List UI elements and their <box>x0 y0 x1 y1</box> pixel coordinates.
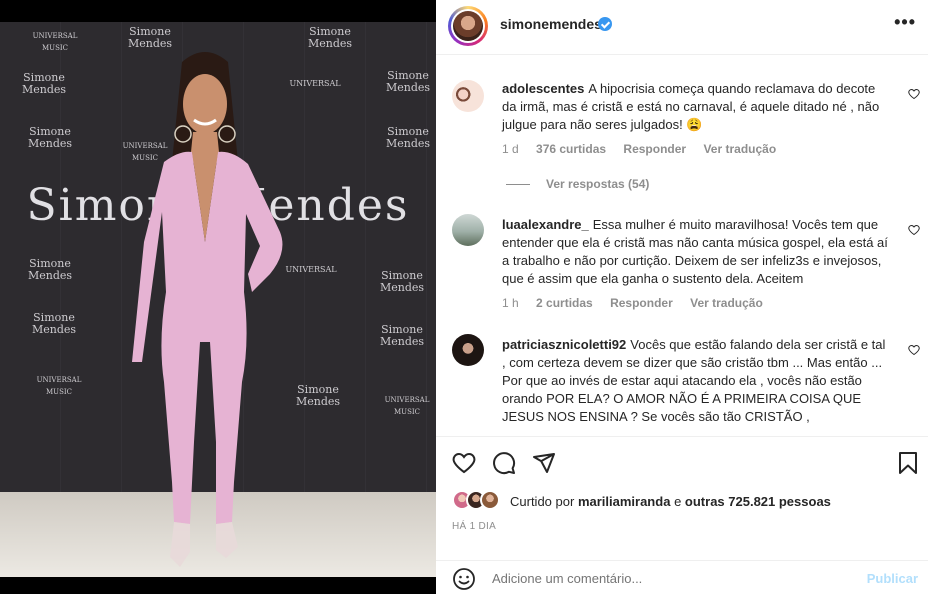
comment-like-heart-icon[interactable] <box>908 88 920 100</box>
post-header: simonemendes ••• <box>436 0 928 55</box>
commenter-avatar[interactable] <box>452 214 484 246</box>
add-comment-bar: Publicar <box>436 560 928 594</box>
comment-like-heart-icon[interactable] <box>908 344 920 356</box>
comments-list[interactable]: adolescentes A hipocrisia começa quando r… <box>436 56 928 436</box>
liker-username[interactable]: mariliamiranda <box>578 494 671 509</box>
bookmark-icon[interactable] <box>896 451 920 475</box>
backdrop-logo: Simone Mendes <box>21 71 67 96</box>
comment-time: 1 h <box>502 296 519 310</box>
comment-likes[interactable]: 376 curtidas <box>536 142 606 156</box>
translate-button[interactable]: Ver tradução <box>703 142 776 156</box>
backdrop-logo: Simone Mendes <box>379 269 425 294</box>
translate-button[interactable]: Ver tradução <box>690 296 763 310</box>
post-photo-pane[interactable]: UNIVERSAL MUSIC Simone Mendes Simone Men… <box>0 0 436 594</box>
backdrop-logo: Simone Mendes <box>385 69 431 94</box>
heart-icon[interactable] <box>452 451 476 475</box>
send-icon[interactable] <box>532 451 556 475</box>
backdrop-logo: UNIVERSAL MUSIC <box>36 376 82 396</box>
backdrop-logo: Simone Mendes <box>385 125 431 150</box>
comment-meta: 1 d 376 curtidas Responder Ver tradução <box>502 142 790 156</box>
comment-likes[interactable]: 2 curtidas <box>536 296 593 310</box>
backdrop-logo: Simone Mendes <box>27 257 73 282</box>
instagram-post-modal: UNIVERSAL MUSIC Simone Mendes Simone Men… <box>0 0 928 594</box>
backdrop-logo: UNIVERSAL MUSIC <box>32 32 78 52</box>
commenter-avatar[interactable] <box>452 334 484 366</box>
reply-button[interactable]: Responder <box>610 296 673 310</box>
commenter-avatar[interactable] <box>452 80 484 112</box>
likes-count[interactable]: outras 725.821 pessoas <box>685 494 831 509</box>
likes-summary[interactable]: Curtido por mariliamiranda e outras 725.… <box>510 494 831 509</box>
comment-meta: 1 h 2 curtidas Responder Ver tradução <box>502 296 777 310</box>
backdrop-logo: Simone Mendes <box>307 25 353 50</box>
view-replies-label: Ver respostas (54) <box>546 177 650 191</box>
likes-prefix: Curtido por <box>510 494 575 509</box>
view-replies-button[interactable]: Ver respostas (54) <box>506 177 649 191</box>
comment-like-heart-icon[interactable] <box>908 224 920 236</box>
likes-middle: e <box>674 494 682 509</box>
backdrop-logo: Simone Mendes <box>295 383 341 408</box>
liker-avatar <box>480 490 500 510</box>
comment-username[interactable]: patriciasznicoletti92 <box>502 337 626 352</box>
post-photo[interactable]: UNIVERSAL MUSIC Simone Mendes Simone Men… <box>0 22 436 577</box>
publish-button[interactable]: Publicar <box>867 571 918 586</box>
author-username[interactable]: simonemendes <box>500 16 602 32</box>
comment-username[interactable]: adolescentes <box>502 81 584 96</box>
post-timestamp[interactable]: HÁ 1 DIA <box>452 521 496 532</box>
reply-button[interactable]: Responder <box>623 142 686 156</box>
emoji-icon[interactable] <box>452 567 476 591</box>
action-bar <box>436 436 928 486</box>
comment-time: 1 d <box>502 142 519 156</box>
backdrop-logo: UNIVERSAL MUSIC <box>384 396 430 416</box>
backdrop-logo: Simone Mendes <box>379 323 425 348</box>
author-avatar[interactable] <box>448 6 488 46</box>
post-sidebar: simonemendes ••• adolescentes A hipocrisi… <box>436 0 928 594</box>
more-options-icon[interactable]: ••• <box>894 13 916 31</box>
verified-badge-icon <box>598 17 612 31</box>
backdrop-logo: UNIVERSAL <box>289 79 341 88</box>
comment-username[interactable]: luaalexandre_ <box>502 217 589 232</box>
person-figure <box>132 52 283 567</box>
comment-icon[interactable] <box>492 451 516 475</box>
backdrop-logo: Simone Mendes <box>27 125 73 150</box>
comment-input[interactable] <box>492 571 852 586</box>
backdrop-logo: Simone Mendes <box>31 311 77 336</box>
